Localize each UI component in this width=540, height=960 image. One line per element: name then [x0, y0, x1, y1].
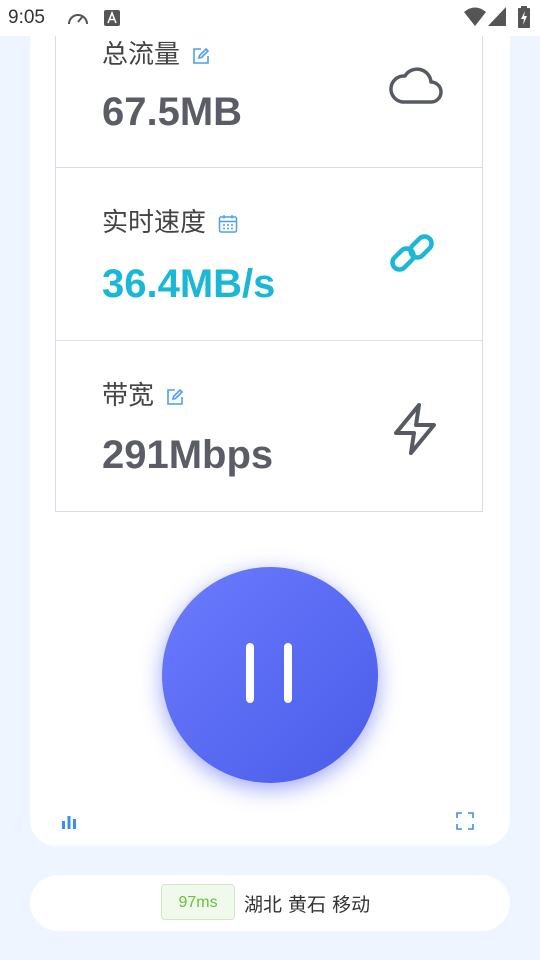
latency-badge: 97ms — [161, 884, 235, 920]
stat-total-traffic: 总流量 67.5MB — [56, 36, 482, 168]
edit-icon[interactable] — [166, 388, 184, 406]
stat-label-wrap: 带宽 — [102, 375, 184, 412]
stat-label-wrap: 总流量 — [102, 34, 210, 71]
stats-panel: 总流量 67.5MB 实时速度 36.4MB/s 带宽 291Mbps — [55, 36, 483, 512]
server-location: 湖北 黄石 移动 — [244, 894, 371, 916]
stat-label: 实时速度 — [102, 208, 207, 238]
lightning-icon — [394, 403, 436, 455]
pause-icon — [246, 643, 254, 703]
stat-label-wrap: 实时速度 — [102, 202, 238, 239]
wifi-icon — [464, 7, 486, 26]
server-info-bar[interactable]: 97ms 湖北 黄石 移动 — [30, 875, 510, 931]
calendar-icon[interactable] — [218, 214, 238, 234]
pause-icon — [284, 643, 292, 703]
stat-value: 291Mbps — [102, 433, 274, 477]
speedometer-icon — [68, 14, 88, 25]
battery-icon — [518, 6, 530, 28]
status-bar: 9:05 — [0, 0, 540, 36]
bar-chart-icon[interactable] — [61, 814, 77, 830]
stat-value: 67.5MB — [102, 90, 243, 134]
stat-label: 带宽 — [102, 381, 155, 411]
font-a-icon — [104, 10, 120, 26]
fullscreen-icon[interactable] — [456, 812, 474, 830]
signal-icon — [488, 7, 506, 26]
main-card: 总流量 67.5MB 实时速度 36.4MB/s 带宽 291Mbps — [30, 36, 510, 846]
cloud-icon — [389, 67, 443, 104]
status-time: 9:05 — [8, 7, 45, 28]
link-icon — [390, 234, 434, 272]
stat-label: 总流量 — [102, 40, 181, 70]
stat-bandwidth: 带宽 291Mbps — [56, 341, 482, 512]
stat-value: 36.4MB/s — [102, 262, 276, 306]
stat-realtime-speed: 实时速度 36.4MB/s — [56, 168, 482, 341]
edit-icon[interactable] — [192, 47, 210, 65]
pause-button[interactable] — [162, 567, 378, 783]
